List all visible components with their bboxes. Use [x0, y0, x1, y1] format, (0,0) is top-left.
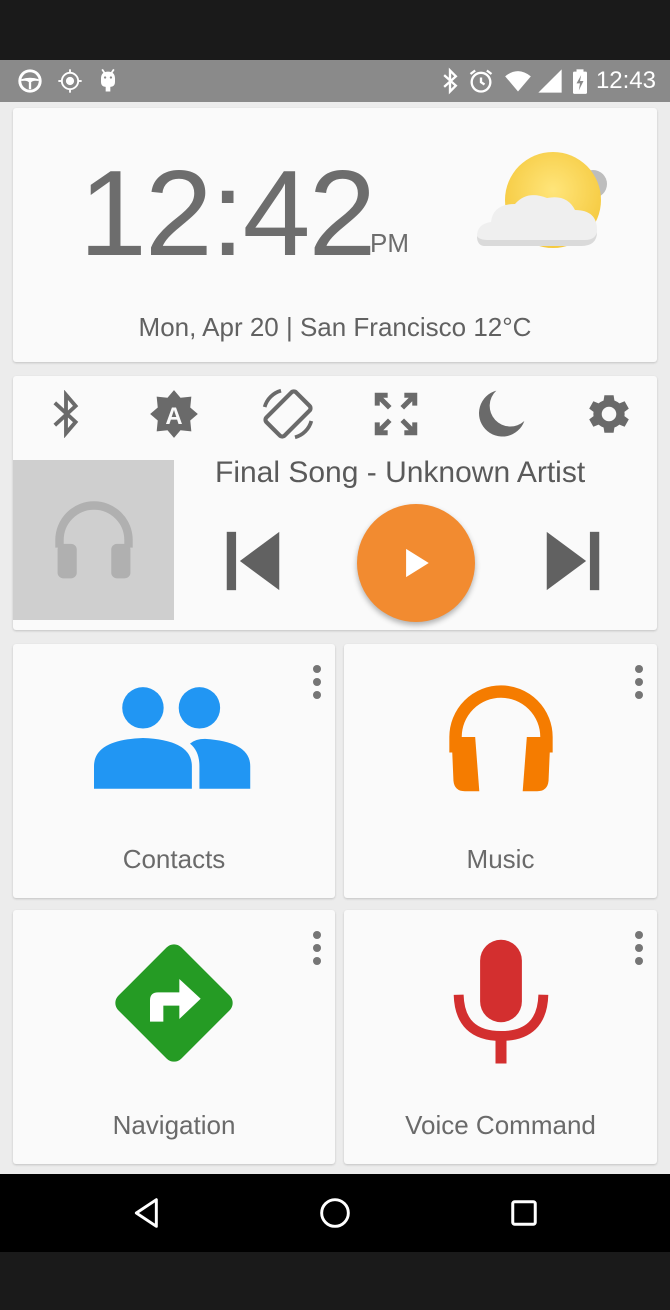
tile-label: Contacts — [122, 844, 226, 874]
bluetooth-icon — [53, 390, 79, 438]
previous-track-button[interactable] — [218, 526, 288, 596]
clock-ampm: PM — [370, 228, 409, 258]
clock-time: 12:42 — [79, 145, 376, 281]
content-area: 12:42 PM Mon, Apr 20 | San Francisco 12°… — [0, 102, 670, 1174]
qs-night-mode[interactable] — [473, 386, 529, 442]
overflow-menu-icon[interactable] — [629, 662, 649, 702]
auto-brightness-icon: A — [150, 390, 198, 438]
status-bar: 12:43 — [0, 60, 670, 102]
overflow-menu-icon[interactable] — [629, 928, 649, 968]
song-title: Final Song - Unknown Artist — [215, 456, 586, 489]
qs-screen-rotation[interactable] — [260, 386, 316, 442]
date-location-weather: Mon, Apr 20 | San Francisco 12°C — [138, 312, 532, 342]
bluetooth-icon — [443, 67, 458, 95]
tile-music[interactable]: Music — [344, 644, 657, 898]
svg-text:A: A — [165, 403, 182, 430]
home-icon — [320, 1198, 350, 1228]
settings-icon — [589, 395, 629, 433]
qs-bluetooth[interactable] — [38, 386, 94, 442]
skip-next-icon — [546, 531, 600, 591]
back-button[interactable] — [125, 1191, 169, 1235]
tile-label: Music — [466, 844, 535, 874]
play-button[interactable] — [357, 504, 475, 622]
headphones-icon — [421, 672, 581, 802]
back-icon — [134, 1198, 158, 1228]
overflow-menu-icon[interactable] — [307, 928, 327, 968]
skip-previous-icon — [226, 531, 280, 591]
android-debug-icon — [101, 68, 115, 92]
qs-auto-brightness[interactable]: A — [146, 386, 202, 442]
home-button[interactable] — [313, 1191, 357, 1235]
tile-contacts[interactable]: Contacts — [13, 644, 335, 898]
night-mode-icon — [479, 390, 525, 437]
qs-fullscreen[interactable] — [368, 386, 424, 442]
tile-voice-command[interactable]: Voice Command — [344, 910, 657, 1164]
recents-icon — [511, 1200, 537, 1226]
battery-charging-icon — [573, 69, 587, 94]
screen: 12:43 12:42 PM Mon, Apr 20 | San Francis… — [0, 0, 670, 1310]
top-bezel — [0, 0, 670, 60]
contacts-icon — [94, 672, 254, 802]
tile-label: Voice Command — [405, 1110, 596, 1140]
media-card: A Final Song - Unknown Artist — [13, 376, 657, 630]
status-time: 12:43 — [595, 67, 656, 94]
signal-icon — [538, 69, 562, 93]
screen-rotation-icon — [262, 388, 314, 440]
clock-card[interactable]: 12:42 PM Mon, Apr 20 | San Francisco 12°… — [13, 108, 657, 362]
tile-label: Navigation — [112, 1110, 236, 1140]
partly-cloudy-icon — [477, 152, 607, 248]
navigation-icon — [94, 938, 254, 1068]
play-icon — [406, 548, 429, 578]
fullscreen-icon — [374, 392, 418, 436]
overflow-menu-icon[interactable] — [307, 662, 327, 702]
next-track-button[interactable] — [538, 526, 608, 596]
recents-button[interactable] — [502, 1191, 546, 1235]
bottom-bezel — [0, 1252, 670, 1310]
headphones-icon — [54, 501, 133, 579]
location-icon — [58, 69, 82, 93]
steering-wheel-icon — [18, 69, 42, 93]
qs-settings[interactable] — [581, 386, 637, 442]
tile-navigation[interactable]: Navigation — [13, 910, 335, 1164]
microphone-icon — [421, 938, 581, 1068]
alarm-icon — [469, 69, 493, 93]
system-nav-bar — [0, 1174, 670, 1252]
album-art[interactable] — [13, 460, 174, 620]
wifi-icon — [505, 71, 531, 92]
